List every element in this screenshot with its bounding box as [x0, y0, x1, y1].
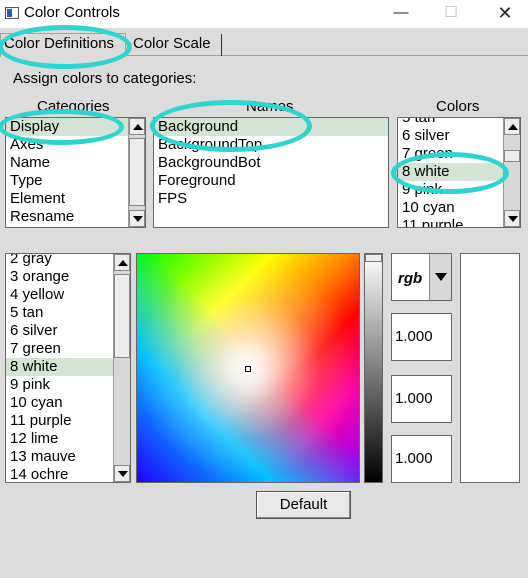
- list-item[interactable]: 10 cyan: [398, 199, 520, 217]
- red-value-field[interactable]: 1.000: [391, 313, 452, 361]
- list-item[interactable]: 2 gray: [6, 254, 130, 268]
- list-item[interactable]: 10 cyan: [6, 394, 130, 412]
- list-item[interactable]: 5 tan: [398, 118, 520, 127]
- scroll-down-icon[interactable]: [129, 210, 145, 227]
- slider-knob[interactable]: [365, 254, 382, 262]
- list-item[interactable]: BackgroundTop: [154, 136, 388, 154]
- list-item[interactable]: 4 yellow: [6, 286, 130, 304]
- list-item[interactable]: 8 white: [398, 163, 520, 181]
- tab-color-scale[interactable]: Color Scale: [130, 34, 222, 56]
- scroll-down-icon[interactable]: [114, 465, 130, 482]
- chevron-down-icon[interactable]: [429, 254, 451, 300]
- close-button[interactable]: ✕: [482, 2, 528, 26]
- list-item[interactable]: FPS: [154, 190, 388, 208]
- tab-bar: Color Definitions Color Scale: [0, 30, 528, 57]
- instructions-label: Assign colors to categories:: [13, 70, 197, 87]
- categories-scrollbar[interactable]: [128, 118, 145, 227]
- color-swatch: [460, 253, 520, 483]
- names-header: Names: [246, 98, 294, 115]
- categories-header: Categories: [37, 98, 110, 115]
- list-item[interactable]: 5 tan: [6, 304, 130, 322]
- names-list[interactable]: Background BackgroundTop BackgroundBot F…: [153, 117, 389, 228]
- list-item[interactable]: 6 silver: [398, 127, 520, 145]
- scroll-thumb[interactable]: [114, 274, 130, 358]
- scroll-up-icon[interactable]: [504, 118, 520, 135]
- scroll-up-icon[interactable]: [114, 254, 130, 271]
- list-item[interactable]: Element: [6, 190, 145, 208]
- color-mode-value: rgb: [398, 270, 423, 287]
- color-list-scrollbar[interactable]: [113, 254, 130, 482]
- list-item[interactable]: Name: [6, 154, 145, 172]
- scroll-up-icon[interactable]: [129, 118, 145, 135]
- picker-cursor-icon[interactable]: [245, 366, 251, 372]
- list-item[interactable]: 6 silver: [6, 322, 130, 340]
- color-list[interactable]: 2 gray 3 orange 4 yellow 5 tan 6 silver …: [5, 253, 131, 483]
- list-item[interactable]: 8 white: [6, 358, 130, 376]
- scroll-thumb[interactable]: [129, 138, 145, 206]
- app-icon: [5, 7, 19, 19]
- default-button[interactable]: Default: [256, 491, 351, 519]
- colors-scrollbar[interactable]: [503, 118, 520, 227]
- list-item[interactable]: Type: [6, 172, 145, 190]
- colors-list[interactable]: 5 tan 6 silver 7 green 8 white 9 pink 10…: [397, 117, 521, 228]
- tab-color-definitions[interactable]: Color Definitions: [0, 33, 126, 57]
- list-item[interactable]: Axes: [6, 136, 145, 154]
- list-item[interactable]: 14 ochre: [6, 466, 130, 482]
- list-item[interactable]: 9 pink: [6, 376, 130, 394]
- list-item[interactable]: 7 green: [6, 340, 130, 358]
- list-item[interactable]: Display: [6, 118, 145, 136]
- list-item[interactable]: 9 pink: [398, 181, 520, 199]
- minimize-button[interactable]: —: [378, 2, 424, 26]
- color-mode-select[interactable]: rgb: [391, 253, 452, 301]
- list-item[interactable]: 3 orange: [6, 268, 130, 286]
- list-item[interactable]: Foreground: [154, 172, 388, 190]
- list-item[interactable]: BackgroundBot: [154, 154, 388, 172]
- list-item[interactable]: Resname: [6, 208, 145, 226]
- list-item[interactable]: 11 purple: [398, 217, 520, 227]
- title-bar: Color Controls — ☐ ✕: [0, 0, 528, 28]
- colors-header: Colors: [436, 98, 480, 115]
- window-title: Color Controls: [24, 4, 120, 21]
- list-item[interactable]: 12 lime: [6, 430, 130, 448]
- scroll-thumb[interactable]: [504, 150, 520, 162]
- brightness-slider[interactable]: [364, 253, 383, 483]
- list-item[interactable]: 11 purple: [6, 412, 130, 430]
- scroll-down-icon[interactable]: [504, 210, 520, 227]
- list-item[interactable]: Background: [154, 118, 388, 136]
- list-item[interactable]: 7 green: [398, 145, 520, 163]
- green-value-field[interactable]: 1.000: [391, 375, 452, 423]
- maximize-button[interactable]: ☐: [428, 2, 474, 26]
- list-item[interactable]: 13 mauve: [6, 448, 130, 466]
- categories-list[interactable]: Display Axes Name Type Element Resname: [5, 117, 146, 228]
- blue-value-field[interactable]: 1.000: [391, 435, 452, 483]
